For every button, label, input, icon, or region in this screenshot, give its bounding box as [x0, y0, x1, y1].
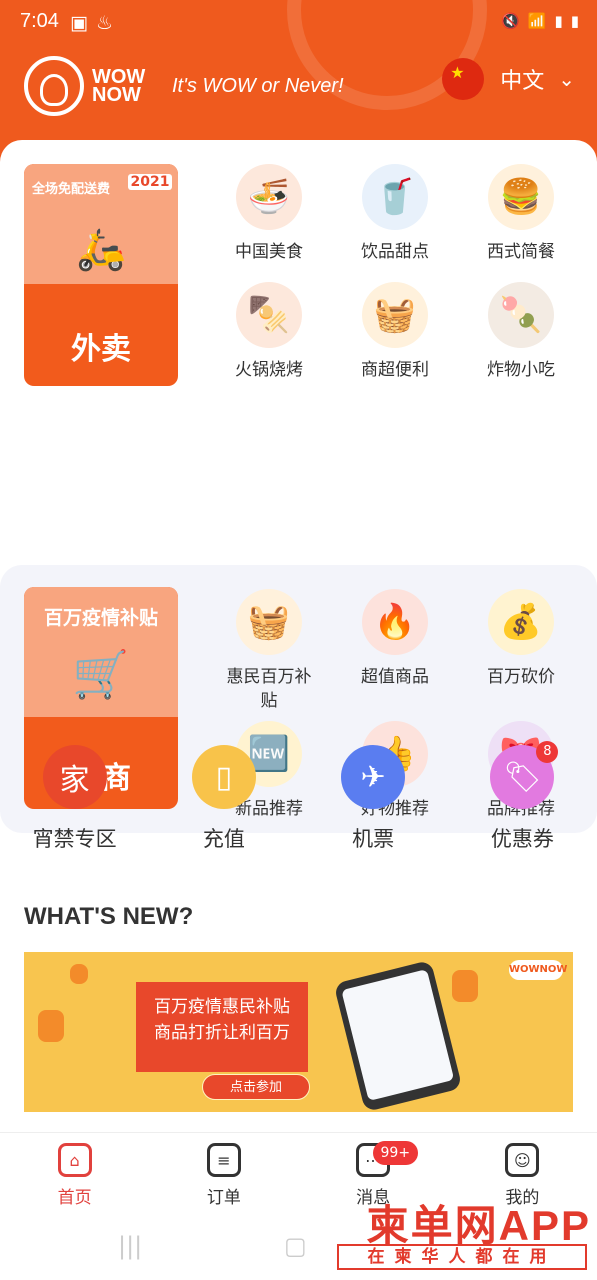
home-icon: 家 [42, 745, 107, 809]
skewer-icon: 🍢 [236, 282, 302, 348]
status-system-icons: 🔇 📶 ▮ ▮ [501, 12, 579, 30]
lantern-icon [70, 964, 88, 984]
food-category-item-label: 商超便利 [361, 360, 429, 380]
quick-service-item[interactable]: 🏷 8 优惠券 [452, 741, 592, 853]
scooter-rider-icon: 🛵 [76, 227, 126, 273]
elephant-logo-icon [24, 56, 84, 116]
free-delivery-badge: 全场免配送费 [32, 182, 111, 197]
takeaway-banner[interactable]: 全场免配送费 2021 🛵 外卖 [24, 164, 178, 386]
food-category-item[interactable]: 🍔 西式简餐 [458, 164, 584, 264]
fried-snack-icon: 🍡 [488, 282, 554, 348]
year-badge: 2021 [128, 174, 172, 190]
food-category-grid: 🍜 中国美食 🥤 饮品甜点 🍔 西式简餐 🍢 火锅烧烤 🧺 商超便利 🍡 炸物小吃 [206, 164, 584, 382]
grocery-basket-icon: 🧺 [362, 282, 428, 348]
food-category-item-label: 饮品甜点 [361, 242, 429, 262]
whats-new-title: WHAT'S NEW? [24, 903, 194, 930]
ecommerce-category-item-label: 超值商品 [361, 667, 429, 687]
promo-line-1: 百万疫情惠民补贴 [154, 997, 290, 1017]
promo-line-2: 商品打折让利百万 [154, 1023, 290, 1043]
food-category-item-label: 炸物小吃 [487, 360, 555, 380]
language-selector[interactable]: 中文 ⌄ [442, 58, 575, 100]
wifi-icon: 📶 [527, 12, 547, 30]
app-logo: WOW NOW It's WOW or Never! [24, 56, 344, 116]
food-category-item[interactable]: 🍡 炸物小吃 [458, 282, 584, 382]
food-category-item[interactable]: 🍢 火锅烧烤 [206, 282, 332, 382]
hot-flame-icon: 🔥 [362, 589, 428, 655]
chevron-down-icon: ⌄ [558, 67, 575, 91]
food-category-item-label: 中国美食 [235, 242, 303, 262]
watermark-subtitle: 在柬华人都在用 [337, 1244, 587, 1270]
ecommerce-category-item[interactable]: 🔥 超值商品 [332, 589, 458, 715]
lantern-icon [38, 1010, 64, 1042]
lantern-icon [452, 970, 478, 1002]
quick-service-item[interactable]: 家宵禁专区 [5, 745, 145, 853]
ecommerce-category-item-label: 百万砍价 [487, 667, 555, 687]
food-category-item-label: 火锅烧烤 [235, 360, 303, 380]
app-notification-icon: ♨ [95, 12, 113, 34]
ecommerce-category-item-label: 惠民百万补贴 [226, 667, 312, 711]
drink-cup-icon: 🥤 [362, 164, 428, 230]
promo-join-button[interactable]: 点击参加 [202, 1074, 310, 1100]
quick-service-label: 机票 [352, 827, 395, 851]
basket-icon: 🧺 [236, 589, 302, 655]
status-notification-icons: ▣ ♨ [70, 12, 113, 34]
battery-icon: ▮ [570, 12, 579, 30]
unread-badge: 99+ [372, 1141, 419, 1165]
noodle-bowl-icon: 🍜 [236, 164, 302, 230]
coin-scissors-icon: 💰 [488, 589, 554, 655]
quick-service-item[interactable]: ▯ 充值 [154, 745, 294, 853]
burger-icon: 🍔 [488, 164, 554, 230]
promo-brand-logo: WOWNOW [509, 960, 567, 980]
shopping-cart-icon: 🛒 [72, 647, 130, 701]
status-bar: 7:04 ▣ ♨ 🔇 📶 ▮ ▮ [0, 0, 597, 44]
airplane-icon: ✈ [341, 745, 406, 809]
quick-services: 家宵禁专区 ▯ 充值 ✈ 机票 🏷 8 优惠券 [0, 741, 597, 853]
home-tab-icon: ⌂ [57, 1143, 92, 1177]
food-category-item[interactable]: 🧺 商超便利 [332, 282, 458, 382]
promo-banner[interactable]: WOWNOW 百万疫情惠民补贴 商品打折让利百万 点击参加 [24, 952, 573, 1112]
ecommerce-category-item[interactable]: 💰 百万砍价 [458, 589, 584, 715]
smartphone-image [333, 959, 463, 1112]
brand-slogan: It's WOW or Never! [172, 74, 344, 97]
mute-icon: 🔇 [501, 12, 520, 30]
brand-name: WOW NOW [92, 66, 146, 106]
language-label: 中文 [500, 69, 545, 94]
phone-icon: ▯ [191, 745, 256, 809]
food-category-item[interactable]: 🍜 中国美食 [206, 164, 332, 264]
takeaway-title: 外卖 [71, 332, 131, 367]
promo-text-box: 百万疫情惠民补贴 商品打折让利百万 [136, 982, 308, 1072]
subsidy-title: 百万疫情补贴 [43, 607, 158, 629]
china-flag-icon [442, 58, 485, 100]
food-category-item[interactable]: 🥤 饮品甜点 [332, 164, 458, 264]
signal-icon: ▮ [554, 12, 563, 30]
food-category-item-label: 西式简餐 [487, 242, 555, 262]
quick-service-label: 宵禁专区 [32, 827, 117, 851]
image-notification-icon: ▣ [70, 12, 88, 34]
quick-service-label: 充值 [202, 827, 245, 851]
status-time: 7:04 [20, 10, 59, 32]
watermark: 柬单网APP 在柬华人都在用 [3, 1192, 591, 1276]
ecommerce-category-item[interactable]: 🧺 惠民百万补贴 [206, 589, 332, 715]
count-badge: 8 [536, 741, 559, 763]
quick-service-label: 优惠券 [490, 827, 554, 851]
order-list-icon: ≡ [206, 1143, 241, 1177]
quick-service-item[interactable]: ✈ 机票 [303, 745, 443, 853]
profile-icon: ☺ [505, 1143, 540, 1177]
